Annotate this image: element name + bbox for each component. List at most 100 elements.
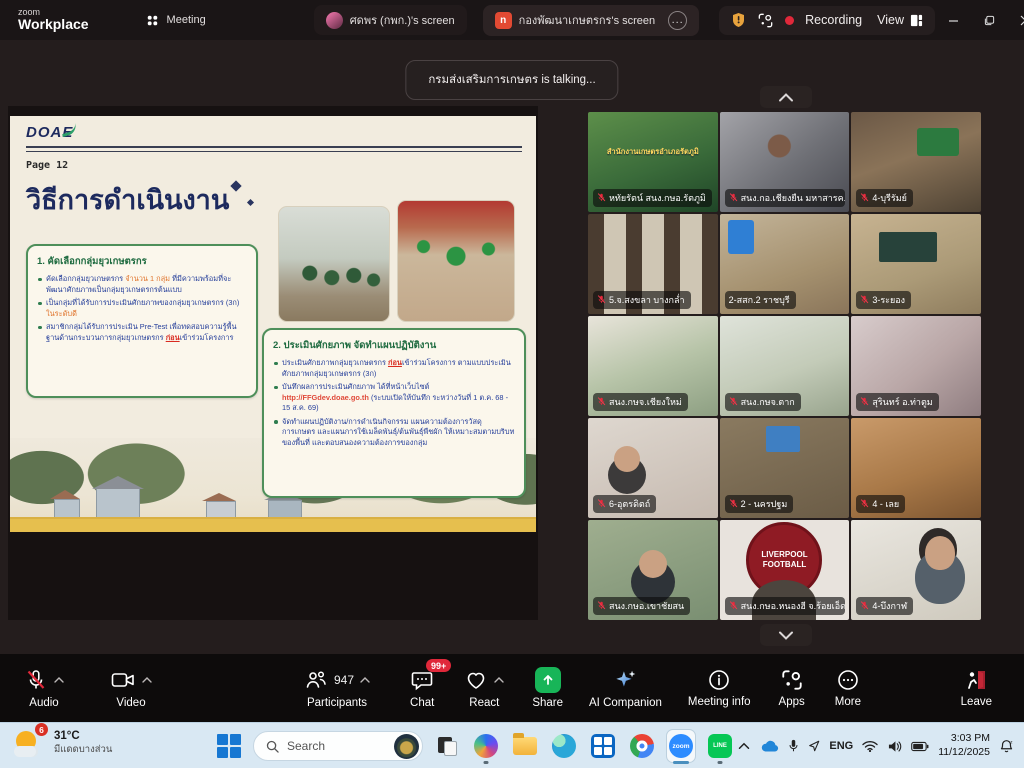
mic-in-use-icon[interactable] — [788, 739, 799, 753]
tab-screen-share-1[interactable]: ศดพร (กพก.)'s screen — [314, 5, 467, 35]
location-icon[interactable] — [808, 740, 820, 752]
search-placeholder: Search — [287, 739, 386, 753]
battery-icon[interactable] — [911, 741, 929, 752]
video-options-chevron-icon[interactable] — [142, 677, 152, 683]
fullscreen-icon[interactable] — [757, 12, 774, 29]
participant-tile[interactable]: สำนักงานเกษตรอำเภอรัตภูมิ หทัยรัตน์ สนง.… — [588, 112, 718, 212]
tab-meeting[interactable]: Meeting — [133, 7, 218, 34]
ai-companion-label: AI Companion — [589, 697, 662, 709]
mic-muted-icon — [729, 397, 738, 406]
participant-tile[interactable]: สนง.กษอ.เขาชัยสน — [588, 520, 718, 620]
tab-options-icon[interactable]: ... — [668, 11, 687, 30]
presentation-slide: DOAE Page 12 วิธีการดำเนินงาน 1. คัดเลือ… — [10, 116, 536, 532]
heart-icon — [464, 668, 488, 692]
view-button[interactable]: View — [877, 13, 923, 27]
liverpool-crest: LIVERPOOL FOOTBALL — [746, 522, 822, 598]
weather-icon: 6 — [14, 727, 46, 759]
react-button[interactable]: React — [464, 667, 504, 709]
more-label: More — [835, 696, 861, 708]
text-segment: ก่อน — [388, 358, 402, 367]
mic-muted-icon — [597, 295, 606, 304]
participant-name: สนง.กษอ.หนองฮี จ.ร้อยเอ็ด — [741, 599, 846, 613]
copilot-icon[interactable] — [471, 727, 501, 765]
meeting-icon — [145, 13, 160, 28]
mic-muted-icon — [729, 193, 738, 202]
task-view-button[interactable] — [432, 727, 462, 765]
chrome-browser-icon[interactable] — [627, 727, 657, 765]
slide-box-1: 1. คัดเลือกกลุ่มยุวเกษตรกร คัดเลือกกลุ่ม… — [26, 244, 258, 398]
onedrive-icon[interactable] — [759, 739, 779, 753]
audio-options-chevron-icon[interactable] — [54, 677, 64, 683]
leave-button[interactable]: Leave — [961, 668, 992, 708]
volume-icon[interactable] — [887, 740, 902, 753]
search-highlight-image[interactable] — [394, 734, 419, 759]
react-options-chevron-icon[interactable] — [494, 677, 504, 683]
participant-name: 2-สสก.2 ราชบุรี — [729, 293, 790, 307]
notification-bell-icon[interactable]: z — [999, 739, 1014, 754]
wifi-icon[interactable] — [862, 740, 878, 752]
grid-scroll-up-button[interactable] — [760, 86, 812, 108]
participant-tile[interactable]: สนง.กษจ.เชียงใหม่ — [588, 316, 718, 416]
apps-button[interactable]: Apps — [779, 668, 805, 708]
clock[interactable]: 3:03 PM 11/12/2025 — [938, 732, 990, 759]
mic-muted-icon — [860, 601, 869, 610]
text-segment: ในระดับดี — [46, 309, 77, 318]
ai-companion-button[interactable]: AI Companion — [589, 667, 662, 709]
participant-tile[interactable]: 5.จ.สงขลา บางกล่ำ — [588, 214, 718, 314]
date: 11/12/2025 — [938, 746, 990, 760]
mic-muted-icon — [860, 295, 869, 304]
edge-browser-icon[interactable] — [549, 727, 579, 765]
apps-label: Apps — [779, 696, 805, 708]
video-button[interactable]: Video — [110, 667, 152, 709]
participants-options-chevron-icon[interactable] — [360, 677, 370, 683]
weather-widget[interactable]: 6 31°C มีแดดบางส่วน — [14, 727, 112, 759]
apps-icon — [780, 668, 804, 692]
participant-tile[interactable]: 6-อุตรดิตถ์ — [588, 418, 718, 518]
participant-tile[interactable]: 4-บุรีรัมย์ — [851, 112, 981, 212]
share-button[interactable]: Share — [532, 667, 563, 709]
mic-muted-icon — [597, 601, 606, 610]
participant-tile[interactable]: 2 - นครปฐม — [720, 418, 850, 518]
chat-unread-badge: 99+ — [426, 659, 451, 672]
participant-name-label: 6-อุตรดิตถ์ — [593, 495, 656, 513]
maximize-button[interactable] — [971, 5, 1007, 35]
participant-tile[interactable]: สนง.กอ.เชียงยืน มหาสารค... — [720, 112, 850, 212]
participant-tile[interactable]: LIVERPOOL FOOTBALL สนง.กษอ.หนองฮี จ.ร้อย… — [720, 520, 850, 620]
participant-name-label: สนง.กษจ.เชียงใหม่ — [593, 393, 688, 411]
tab-screen1-label: ศดพร (กพก.)'s screen — [350, 11, 455, 29]
hidden-icons-chevron-icon[interactable] — [738, 742, 750, 750]
chat-button[interactable]: 99+ Chat — [410, 667, 434, 709]
participant-name-label: สุรินทร์ อ.ท่าตูม — [856, 393, 938, 411]
mic-muted-icon — [597, 193, 606, 202]
participant-tile[interactable]: สุรินทร์ อ.ท่าตูม — [851, 316, 981, 416]
meeting-info-button[interactable]: Meeting info — [688, 668, 751, 708]
close-button[interactable] — [1007, 5, 1024, 35]
language-indicator[interactable]: ENG — [829, 740, 853, 752]
participant-tile[interactable]: สนง.กษจ.ตาก — [720, 316, 850, 416]
search-box[interactable]: Search — [253, 731, 423, 761]
zoom-app-icon-active[interactable]: zoom — [666, 727, 696, 765]
audio-button[interactable]: Audio — [24, 667, 64, 709]
participants-button[interactable]: 947 Participants — [304, 667, 370, 709]
tab-screen-share-2-active[interactable]: n กองพัฒนาเกษตรกร's screen ... — [483, 5, 700, 36]
bullet: คัดเลือกกลุ่มยุวเกษตรกร จำนวน 1 กลุ่ม ที… — [37, 274, 247, 295]
start-button[interactable] — [214, 727, 244, 765]
box2-heading: 2. ประเมินศักยภาพ จัดทำแผนปฏิบัติงาน — [273, 338, 515, 353]
minimize-button[interactable] — [935, 5, 971, 35]
more-ellipsis-icon — [836, 668, 860, 692]
mic-muted-icon — [860, 499, 869, 508]
participant-tile[interactable]: 3-ระยอง — [851, 214, 981, 314]
participant-tile[interactable]: 4-บึงกาฬ — [851, 520, 981, 620]
line-icon-label: LINE — [708, 734, 732, 758]
microsoft-store-icon[interactable] — [588, 727, 618, 765]
line-app-icon[interactable]: LINE — [705, 727, 735, 765]
grid-scroll-down-button[interactable] — [760, 624, 812, 646]
file-explorer-icon[interactable] — [510, 727, 540, 765]
recording-label: Recording — [805, 13, 862, 27]
info-icon — [707, 668, 731, 692]
more-button[interactable]: More — [835, 668, 861, 708]
security-shield-icon[interactable] — [731, 12, 746, 28]
windows-taskbar: 6 31°C มีแดดบางส่วน Search zoom LINE — [0, 722, 1024, 768]
participant-tile[interactable]: 2-สสก.2 ราชบุรี — [720, 214, 850, 314]
participant-tile[interactable]: 4 - เลย — [851, 418, 981, 518]
